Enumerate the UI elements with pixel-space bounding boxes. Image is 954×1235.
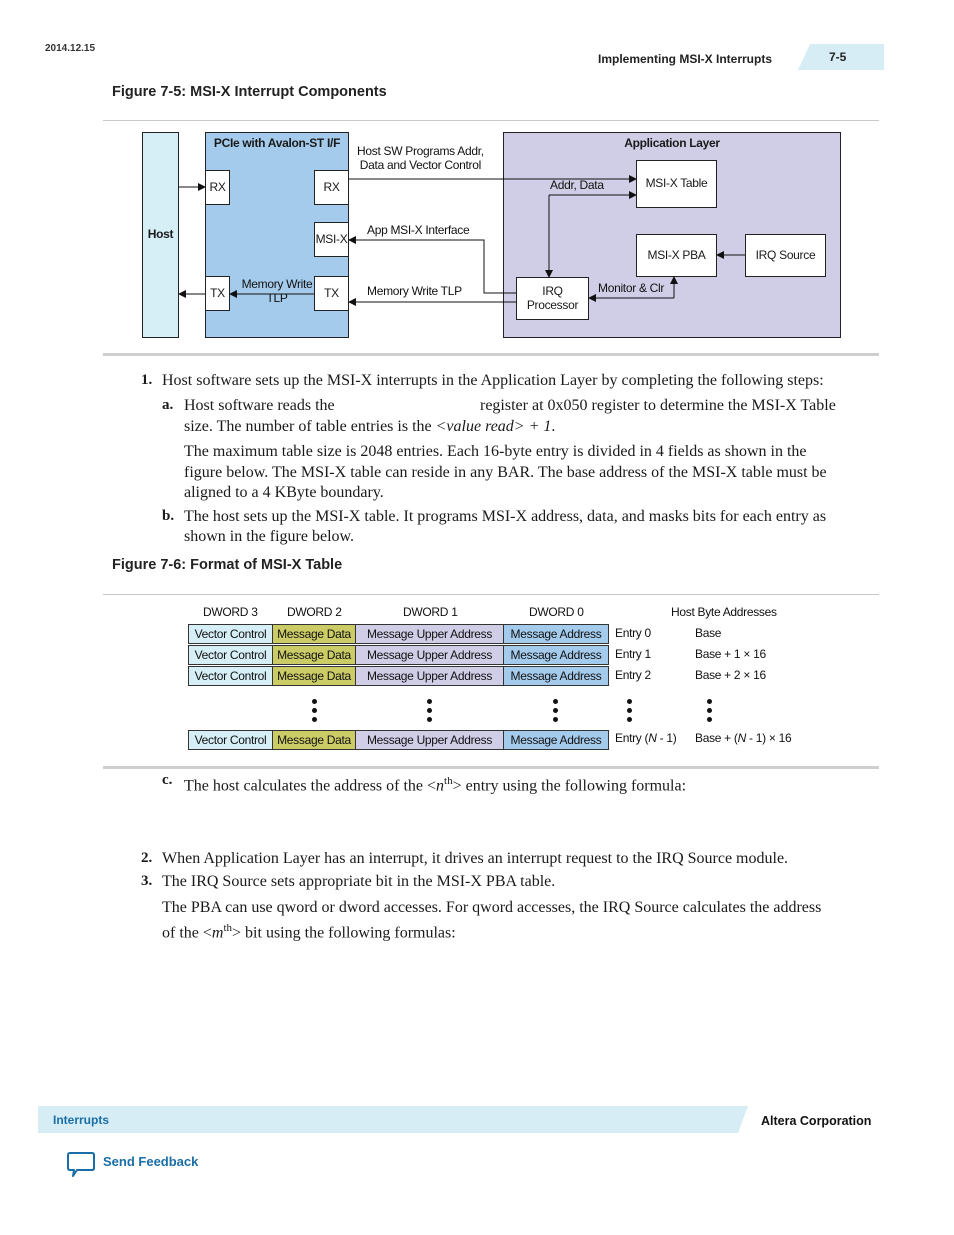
- entry-pre: Entry (: [615, 731, 649, 745]
- step-2-number: 2.: [141, 850, 153, 866]
- step-3-var: m: [211, 924, 224, 942]
- cell-message-upper-address: Message Upper Address: [355, 645, 504, 665]
- step-c-number: c.: [162, 772, 173, 788]
- step-3-sup: th: [223, 922, 233, 934]
- figure-bottom-rule: [103, 353, 879, 356]
- cell-message-upper-address: Message Upper Address: [355, 666, 504, 686]
- entry-label-last: Entry (N - 1): [615, 731, 677, 745]
- cell-message-address: Message Address: [503, 645, 609, 665]
- entry-address: Base + 1 × 16: [695, 647, 766, 661]
- step-c-var: n: [436, 777, 445, 795]
- step-a-number: a.: [162, 397, 174, 413]
- step-a-para2-line2: figure below. The MSI-X table can reside…: [184, 464, 827, 481]
- app-msix-interface-label: App MSI-X Interface: [367, 223, 470, 237]
- cell-message-data: Message Data: [272, 666, 356, 686]
- step-a-para2-line3: aligned to a 4 KByte boundary.: [184, 484, 384, 501]
- footer-company: Altera Corporation: [761, 1114, 872, 1128]
- step-3-number: 3.: [141, 873, 153, 889]
- ellipsis-dots: [312, 699, 318, 726]
- footer-band: [38, 1106, 748, 1133]
- cell-vector-control: Vector Control: [188, 730, 273, 750]
- step-a-line2-pre: size. The number of table entries is the: [184, 418, 436, 435]
- entry-label: Entry 0: [615, 626, 651, 640]
- cell-vector-control: Vector Control: [188, 645, 273, 665]
- step-c-text: The host calculates the address of the <…: [184, 771, 686, 797]
- step-3-post: > bit using the following formulas:: [232, 924, 456, 942]
- host-sw-programs-label: Host SW Programs Addr, Data and Vector C…: [357, 144, 484, 173]
- addr-data-label: Addr, Data: [550, 178, 604, 192]
- ellipsis-dots: [707, 699, 713, 726]
- entry-label: Entry 1: [615, 647, 651, 661]
- column-header: DWORD 1: [403, 605, 458, 619]
- step-b-number: b.: [162, 508, 175, 524]
- ellipsis-dots: [627, 699, 633, 726]
- address-column-header: Host Byte Addresses: [671, 605, 777, 619]
- memory-write-tlp-label: Memory Write TLP: [367, 284, 462, 298]
- step-a-line2-post: .: [551, 418, 556, 435]
- cell-message-address: Message Address: [503, 666, 609, 686]
- ellipsis-dots: [427, 699, 433, 726]
- step-a-para2-line1: The maximum table size is 2048 entries. …: [184, 443, 807, 460]
- step-2-text: When Application Layer has an interrupt,…: [162, 850, 789, 867]
- address-var: N: [737, 731, 747, 745]
- step-c-sup: th: [444, 775, 453, 787]
- cell-message-upper-address: Message Upper Address: [355, 624, 504, 644]
- cell-message-address: Message Address: [503, 624, 609, 644]
- step-c-pre: The host calculates the address of the <: [184, 777, 437, 795]
- cell-vector-control: Vector Control: [188, 624, 273, 644]
- figure-bottom-rule: [103, 766, 879, 769]
- figure-7-6-title: Figure 7-6: Format of MSI-X Table: [112, 557, 343, 573]
- entry-address-last: Base + (N - 1) × 16: [695, 731, 792, 745]
- msix-interrupt-components-diagram: Host PCIe with Avalon-ST I/F RX RX MSI-X…: [0, 0, 954, 360]
- entry-post: - 1): [656, 731, 677, 745]
- cell-message-data: Message Data: [272, 730, 356, 750]
- column-header: DWORD 0: [529, 605, 584, 619]
- column-header: DWORD 3: [203, 605, 258, 619]
- entry-address: Base + 2 × 16: [695, 668, 766, 682]
- value-read-expression: <value read> + 1: [435, 418, 552, 435]
- step-a-line2: size. The number of table entries is the…: [184, 417, 555, 438]
- step-3-pre: of the <: [162, 924, 212, 942]
- step-1-number: 1.: [141, 372, 153, 388]
- step-a-text-part2: register at 0x050 register to determine …: [480, 397, 836, 414]
- diagram-connectors: [178, 175, 745, 306]
- step-b-line1: The host sets up the MSI-X table. It pro…: [184, 508, 827, 525]
- address-post: - 1) × 16: [746, 731, 792, 745]
- step-3-para-line1: The PBA can use qword or dword accesses.…: [162, 899, 822, 916]
- cell-message-upper-address: Message Upper Address: [355, 730, 504, 750]
- figure-top-rule: [103, 594, 879, 595]
- step-3-text: The IRQ Source sets appropriate bit in t…: [162, 873, 556, 890]
- step-a-text-part1: Host software reads the: [184, 397, 335, 414]
- address-pre: Base + (: [695, 731, 738, 745]
- step-1-text: Host software sets up the MSI-X interrup…: [162, 372, 824, 389]
- step-3-para-line2: of the <mth> bit using the following for…: [162, 918, 456, 944]
- cell-message-data: Message Data: [272, 624, 356, 644]
- send-feedback-link[interactable]: Send Feedback: [103, 1154, 198, 1169]
- cell-message-data: Message Data: [272, 645, 356, 665]
- entry-label: Entry 2: [615, 668, 651, 682]
- step-b-line2: shown in the figure below.: [184, 528, 355, 545]
- cell-vector-control: Vector Control: [188, 666, 273, 686]
- ellipsis-dots: [553, 699, 559, 726]
- host-sw-line1: Host SW Programs Addr,: [357, 144, 484, 158]
- footer-section-link[interactable]: Interrupts: [53, 1113, 109, 1127]
- host-sw-line2: Data and Vector Control: [359, 157, 481, 172]
- entry-var: N: [648, 731, 657, 745]
- monitor-clr-label: Monitor & Clr: [598, 281, 665, 295]
- cell-message-address: Message Address: [503, 730, 609, 750]
- column-header: DWORD 2: [287, 605, 342, 619]
- entry-address: Base: [695, 626, 722, 640]
- speech-bubble-icon[interactable]: [66, 1151, 96, 1179]
- step-c-post: > entry using the following formula:: [452, 777, 687, 795]
